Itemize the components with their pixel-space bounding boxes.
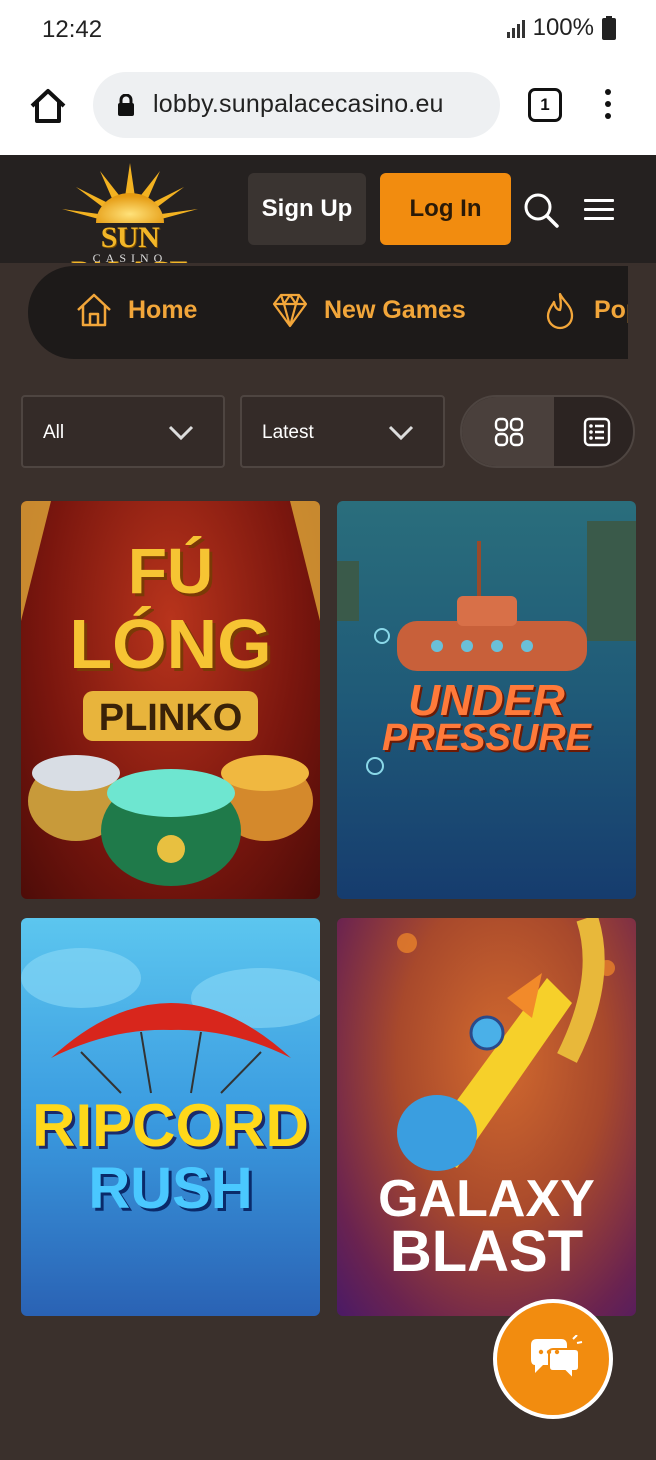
site-header: SUN PALACE CASINO Sign Up Log In bbox=[0, 155, 656, 263]
category-home[interactable]: Home bbox=[74, 290, 197, 330]
category-select[interactable]: All bbox=[21, 395, 225, 468]
list-icon bbox=[583, 417, 611, 447]
category-nav: Home New Games Popular bbox=[28, 266, 628, 359]
game-title-line3: PLINKO bbox=[98, 697, 243, 739]
battery-percent: 100% bbox=[532, 14, 594, 41]
view-toggle bbox=[460, 395, 635, 468]
live-chat-button[interactable] bbox=[493, 1299, 613, 1419]
status-indicators: 100% bbox=[506, 14, 616, 42]
game-tile-galaxy-blast[interactable]: GALAXY BLAST bbox=[337, 918, 636, 1316]
sun-palace-logo[interactable]: SUN PALACE CASINO bbox=[40, 161, 220, 263]
sort-select[interactable]: Latest bbox=[240, 395, 445, 468]
browser-home-icon[interactable] bbox=[28, 86, 68, 126]
category-home-label: Home bbox=[128, 295, 198, 324]
list-view-button[interactable] bbox=[555, 397, 633, 466]
grid-icon bbox=[494, 417, 524, 447]
game-tile-ripcord-rush[interactable]: RIPCORD RUSH bbox=[21, 918, 320, 1316]
category-select-value: All bbox=[43, 422, 65, 443]
search-icon[interactable] bbox=[522, 191, 560, 229]
hamburger-menu-icon[interactable] bbox=[584, 199, 614, 223]
signal-icon bbox=[506, 18, 525, 38]
grid-view-button[interactable] bbox=[462, 397, 554, 466]
game-title-line2: LÓNG bbox=[69, 605, 272, 683]
status-bar: 12:42 100% bbox=[0, 0, 656, 60]
sort-select-value: Latest bbox=[262, 422, 314, 443]
category-popular-label: Popular bbox=[594, 295, 628, 324]
log-in-button[interactable]: Log In bbox=[380, 173, 511, 245]
diamond-icon bbox=[272, 293, 308, 328]
category-popular[interactable]: Popular bbox=[540, 290, 628, 330]
status-time: 12:42 bbox=[42, 16, 103, 43]
game-title-line2: BLAST bbox=[389, 1219, 584, 1284]
more-options-icon[interactable] bbox=[598, 86, 618, 126]
category-new-games-label: New Games bbox=[324, 295, 466, 324]
house-icon bbox=[77, 293, 111, 327]
chevron-down-icon bbox=[168, 425, 194, 441]
chat-bubbles-icon bbox=[531, 1335, 583, 1382]
sign-up-button[interactable]: Sign Up bbox=[248, 173, 366, 245]
address-bar[interactable]: lobby.sunpalacecasino.eu bbox=[93, 72, 500, 138]
logo-subtext: CASINO bbox=[92, 251, 168, 263]
battery-icon bbox=[602, 16, 616, 40]
game-tile-under-pressure[interactable]: UNDER PRESSURE bbox=[337, 501, 636, 899]
game-tile-fu-long-plinko[interactable]: FÚ LÓNG PLINKO bbox=[21, 501, 320, 899]
category-new-games[interactable]: New Games bbox=[270, 290, 466, 330]
tab-switcher-button[interactable]: 1 bbox=[528, 88, 562, 122]
game-title-line1: RIPCORD bbox=[32, 1092, 309, 1159]
game-title-line1: GALAXY bbox=[378, 1170, 595, 1228]
game-title-line1: FÚ bbox=[127, 535, 214, 607]
url-text: lobby.sunpalacecasino.eu bbox=[153, 90, 444, 118]
lock-icon bbox=[118, 94, 134, 116]
flame-icon bbox=[546, 292, 574, 330]
chevron-down-icon bbox=[388, 425, 414, 441]
game-title-line2: RUSH bbox=[88, 1156, 253, 1221]
browser-toolbar: lobby.sunpalacecasino.eu 1 bbox=[0, 60, 656, 155]
game-title-line2: PRESSURE bbox=[381, 717, 592, 759]
